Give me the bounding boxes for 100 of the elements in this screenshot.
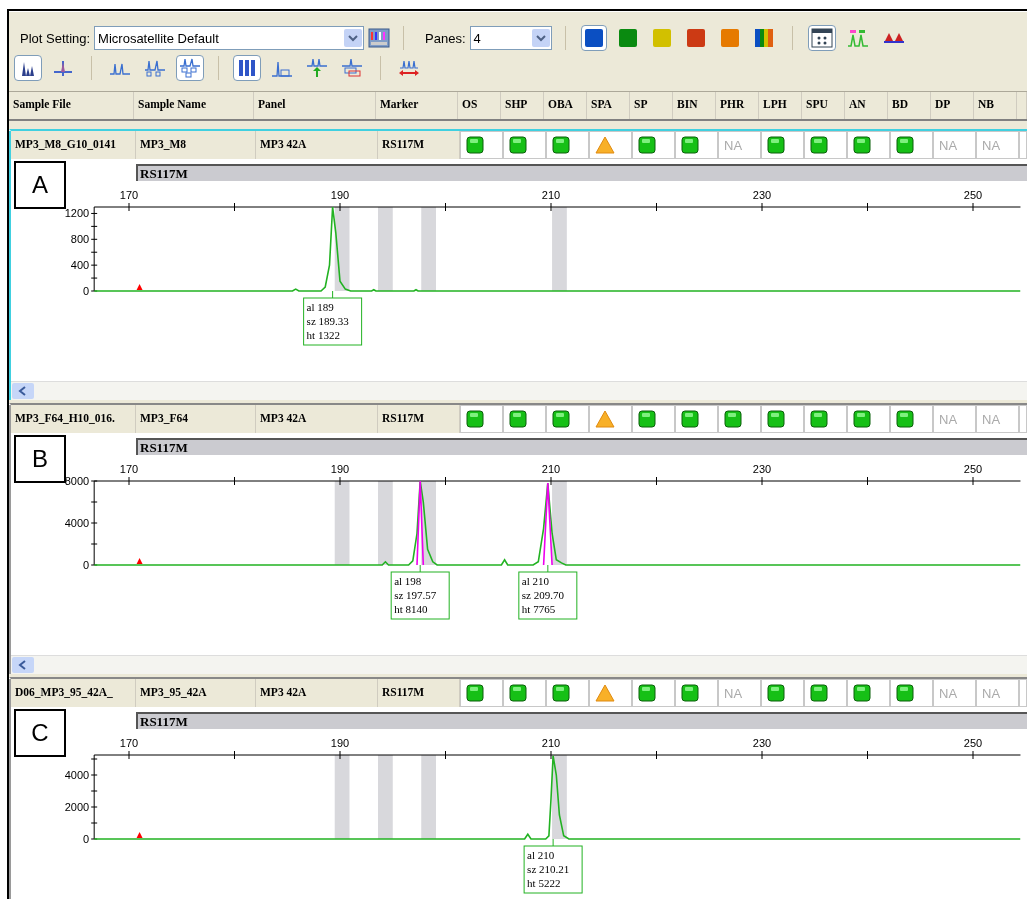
color-swatch-icon (651, 28, 672, 48)
plot-setting-label: Plot Setting: (20, 30, 91, 46)
axis-tick-label: 230 (752, 737, 772, 749)
peak-overlay-icon (341, 58, 363, 78)
na-text: NA (939, 411, 958, 427)
axis-tick-label: 210 (541, 189, 561, 201)
peak-label-text: sz 210.21 (527, 863, 570, 875)
peak-label-text: ht 8140 (394, 603, 428, 615)
axis-tick-label: 230 (752, 463, 772, 475)
column-header[interactable]: Marker (376, 92, 458, 119)
column-header[interactable]: AN (845, 92, 888, 119)
triangles-icon (883, 33, 904, 44)
axis-tick-label: 1200 (64, 207, 90, 220)
caret-icon (531, 29, 550, 47)
panes-label: Panes: (425, 30, 466, 46)
single-peak-icon (52, 58, 74, 78)
table-cell: MP3_F64 (136, 405, 256, 433)
plot-view-button[interactable] (14, 55, 42, 81)
color-swatch-icon (617, 28, 638, 48)
marker-bar: RS117M (136, 712, 1027, 729)
plot-view-button[interactable] (233, 55, 261, 81)
horizontal-scrollbar[interactable] (11, 655, 1027, 674)
na-text: NA (982, 137, 1001, 153)
peak-callout[interactable] (390, 564, 450, 620)
peak-label-text: sz 209.70 (521, 589, 564, 601)
column-header[interactable]: BD (888, 92, 931, 119)
axis-tick-label: 0 (83, 559, 90, 571)
peaks-boxes-icon (144, 58, 166, 78)
table-icon (810, 28, 833, 48)
column-header[interactable]: Sample File (9, 92, 134, 119)
table-cell: MP3 42A (256, 679, 378, 707)
peak-label-text: sz 189.33 (306, 315, 349, 327)
scroll-left-icon[interactable] (12, 657, 34, 673)
range-arrow-icon (398, 58, 420, 78)
peak-callout[interactable] (518, 564, 578, 620)
axis-tick-label: 230 (752, 189, 772, 201)
column-header[interactable]: LPH (759, 92, 802, 119)
column-header[interactable]: DP (931, 92, 974, 119)
color-button[interactable] (580, 25, 607, 51)
colored-bars-icon[interactable] (368, 28, 391, 48)
column-header[interactable]: SP (630, 92, 673, 119)
column-header[interactable]: Sample Name (134, 92, 254, 119)
color-swatch-icon (583, 28, 604, 48)
column-header[interactable]: BIN (673, 92, 716, 119)
color-swatch-icon (719, 28, 740, 48)
peak-callout[interactable] (523, 838, 583, 894)
column-header[interactable]: Panel (254, 92, 376, 119)
axis-tick-label: 8000 (64, 475, 90, 487)
column-header[interactable]: SPA (587, 92, 630, 119)
peak-label-text: al 210 (521, 575, 550, 587)
axis-tick-label: 170 (119, 189, 139, 201)
peak-label-text: al 198 (394, 575, 422, 587)
na-text: NA (982, 411, 1001, 427)
peak-label-text: al 189 (306, 301, 334, 313)
view-button[interactable] (807, 25, 836, 51)
peak-label-text: ht 5222 (527, 877, 561, 889)
axis-tick-label: 210 (541, 463, 561, 475)
horizontal-scrollbar[interactable] (11, 381, 1027, 400)
rainbow-swatch-icon (753, 28, 774, 48)
axis-tick-label: 0 (83, 833, 90, 845)
table-cell: MP3_F64_H10_016. (11, 405, 136, 433)
labeled-peaks-icon (846, 28, 869, 48)
na-text: NA (724, 685, 743, 701)
column-header[interactable]: PHR (716, 92, 759, 119)
table-cell: MP3_M8 (136, 131, 256, 159)
column-header[interactable]: NB (974, 92, 1017, 119)
na-text: NA (724, 137, 743, 153)
peak-callout[interactable] (303, 290, 363, 346)
column-header[interactable]: OBA (544, 92, 587, 119)
color-swatch-icon (685, 28, 706, 48)
column-header[interactable]: SHP (501, 92, 544, 119)
axis-tick-label: 800 (70, 233, 90, 246)
table-cell: D06_MP3_95_42A_ (11, 679, 136, 707)
axis-tick-label: 170 (119, 463, 139, 475)
column-header[interactable]: SPU (802, 92, 845, 119)
peak-label-text: ht 7765 (521, 603, 556, 615)
caret-icon (344, 29, 363, 47)
axis-tick-label: 0 (83, 285, 90, 297)
panes-dropdown[interactable]: 4 (469, 26, 552, 50)
na-text: NA (939, 685, 958, 701)
column-header[interactable]: OS (458, 92, 501, 119)
table-cell: MP3_M8_G10_0141 (11, 131, 136, 159)
axis-tick-label: 2000 (64, 801, 90, 813)
marker-bar: RS117M (136, 438, 1027, 455)
size-marker-icon (136, 832, 143, 838)
plot-setting-dropdown[interactable]: Microsatellite Default (94, 26, 365, 50)
panel-letter: B (14, 435, 66, 483)
axis-tick-label: 210 (541, 737, 561, 749)
panel-letter: C (14, 709, 66, 757)
axis-tick-label: 250 (963, 189, 983, 201)
peak-arrow-icon (306, 58, 328, 78)
size-marker-icon (136, 558, 143, 564)
panel-letter: A (14, 161, 66, 209)
bars-icon (236, 58, 258, 78)
scroll-left-icon[interactable] (12, 383, 34, 399)
size-marker-icon (136, 284, 143, 290)
table-cell: MP3 42A (256, 131, 378, 159)
table-cell: MP3_95_42A (136, 679, 256, 707)
axis-tick-label: 190 (330, 737, 350, 749)
axis-tick-label: 4000 (64, 517, 90, 529)
